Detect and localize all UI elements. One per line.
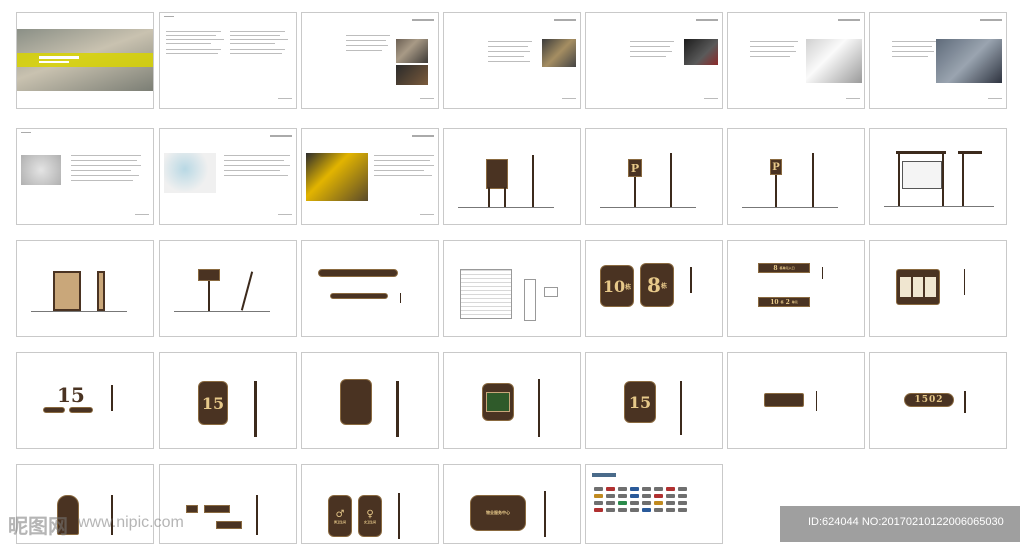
photo bbox=[806, 39, 862, 83]
plaque bbox=[340, 379, 372, 425]
spec-table bbox=[460, 269, 512, 319]
photo bbox=[306, 153, 368, 201]
cover-subtitle-bar bbox=[39, 61, 69, 63]
drawing-page-plaque[interactable] bbox=[301, 352, 439, 449]
unit-number-sign: 10 栋 2 单元 bbox=[758, 297, 810, 307]
lawn-sign bbox=[198, 269, 220, 281]
drawing-page-parking-sign[interactable]: P bbox=[585, 128, 723, 225]
bin-front bbox=[53, 271, 81, 311]
drawing-page-parking-sign-2[interactable]: P bbox=[727, 128, 865, 225]
drawing-page-unit-signs[interactable]: 8 栋单元入口 10 栋 2 单元 bbox=[727, 240, 865, 337]
spec-detail bbox=[544, 287, 558, 297]
drawing-page-shelter[interactable] bbox=[869, 128, 1007, 225]
parking-sign: P bbox=[628, 159, 642, 177]
number-plate-15: 15 bbox=[624, 381, 656, 423]
board-sign bbox=[486, 159, 508, 189]
wc-female-sign: ♀ 女卫生间 bbox=[358, 495, 382, 537]
drawing-page-door-sign[interactable] bbox=[727, 352, 865, 449]
text-image-page-2[interactable] bbox=[159, 128, 297, 225]
drawing-page-board-sign[interactable] bbox=[443, 128, 581, 225]
cover-title-bar bbox=[39, 56, 79, 59]
drawing-page-map-sign[interactable] bbox=[443, 352, 581, 449]
watermark-id: ID:624044 NO:20170210122006065030 bbox=[808, 516, 1004, 528]
floor-plate-2 bbox=[69, 407, 93, 413]
drawing-page-lawn-sign[interactable] bbox=[159, 240, 297, 337]
floor-plate-1 bbox=[43, 407, 65, 413]
strip-sign-2 bbox=[330, 293, 388, 299]
door-sign bbox=[764, 393, 804, 407]
text-image-page-3[interactable] bbox=[301, 128, 439, 225]
text-photo-page-3[interactable] bbox=[585, 12, 723, 109]
photo bbox=[542, 39, 576, 67]
drawing-page-small-plates[interactable] bbox=[159, 464, 297, 544]
spec-bar bbox=[524, 279, 536, 321]
parking-sign: P bbox=[770, 159, 782, 175]
photo bbox=[936, 39, 1002, 83]
brand-logo-grid bbox=[594, 487, 687, 512]
wc-male-sign: ♂ 男卫生间 bbox=[328, 495, 352, 537]
photo bbox=[396, 39, 428, 63]
drawing-page-strip-signs[interactable] bbox=[301, 240, 439, 337]
bin-side bbox=[97, 271, 105, 311]
floor-number-large: 15 bbox=[57, 383, 85, 407]
room-number-sign: 1502 bbox=[904, 393, 954, 407]
drawing-page-service-center[interactable]: 物业服务中心 bbox=[443, 464, 581, 544]
drawing-page-floor-number[interactable]: 15 bbox=[16, 352, 154, 449]
cover-yellow-band bbox=[17, 53, 153, 67]
number-plate-15: 15 bbox=[198, 381, 228, 425]
text-photo-page-5[interactable] bbox=[869, 12, 1007, 109]
page-thumbnail-grid: P P 10 栋 8栋 8 栋单元入口 10 栋 2 单元 15 15 15 1… bbox=[0, 0, 1024, 544]
photo bbox=[684, 39, 718, 65]
small-plate bbox=[204, 505, 230, 513]
photo bbox=[21, 155, 61, 185]
service-center-sign: 物业服务中心 bbox=[470, 495, 526, 531]
unit-entrance-sign: 8 栋单元入口 bbox=[758, 263, 810, 273]
text-photo-page-2[interactable] bbox=[443, 12, 581, 109]
notice-board-frame bbox=[896, 269, 940, 305]
drawing-page-number-plate-15[interactable]: 15 bbox=[159, 352, 297, 449]
drawing-page-building-numbers[interactable]: 10 栋 8栋 bbox=[585, 240, 723, 337]
cover-page[interactable] bbox=[16, 12, 154, 109]
drawing-page-table[interactable] bbox=[443, 240, 581, 337]
photo bbox=[164, 153, 216, 193]
drawing-page-room-1502[interactable]: 1502 bbox=[869, 352, 1007, 449]
notice-board bbox=[902, 161, 942, 189]
photo bbox=[396, 65, 428, 85]
strip-sign-1 bbox=[318, 269, 398, 277]
building-sign-10: 10 栋 bbox=[600, 265, 634, 307]
watermark-brand: 昵图网 bbox=[8, 516, 68, 538]
brand-logos-page[interactable] bbox=[585, 464, 723, 544]
map-sign bbox=[482, 383, 514, 421]
text-photo-page-1[interactable] bbox=[301, 12, 439, 109]
drawing-page-notice-board[interactable] bbox=[869, 240, 1007, 337]
drawing-page-bin[interactable] bbox=[16, 240, 154, 337]
text-page-1[interactable] bbox=[159, 12, 297, 109]
small-plate bbox=[216, 521, 242, 529]
page-logo bbox=[592, 473, 616, 477]
text-image-page-1[interactable] bbox=[16, 128, 154, 225]
drawing-page-number-plate-15b[interactable]: 15 bbox=[585, 352, 723, 449]
header-logo bbox=[164, 16, 174, 22]
building-sign-8: 8栋 bbox=[640, 263, 674, 307]
drawing-page-wc-signs[interactable]: ♂ 男卫生间 ♀ 女卫生间 bbox=[301, 464, 439, 544]
watermark-url: www.nipic.com bbox=[78, 514, 184, 531]
text-photo-page-4[interactable] bbox=[727, 12, 865, 109]
small-plate bbox=[186, 505, 198, 513]
